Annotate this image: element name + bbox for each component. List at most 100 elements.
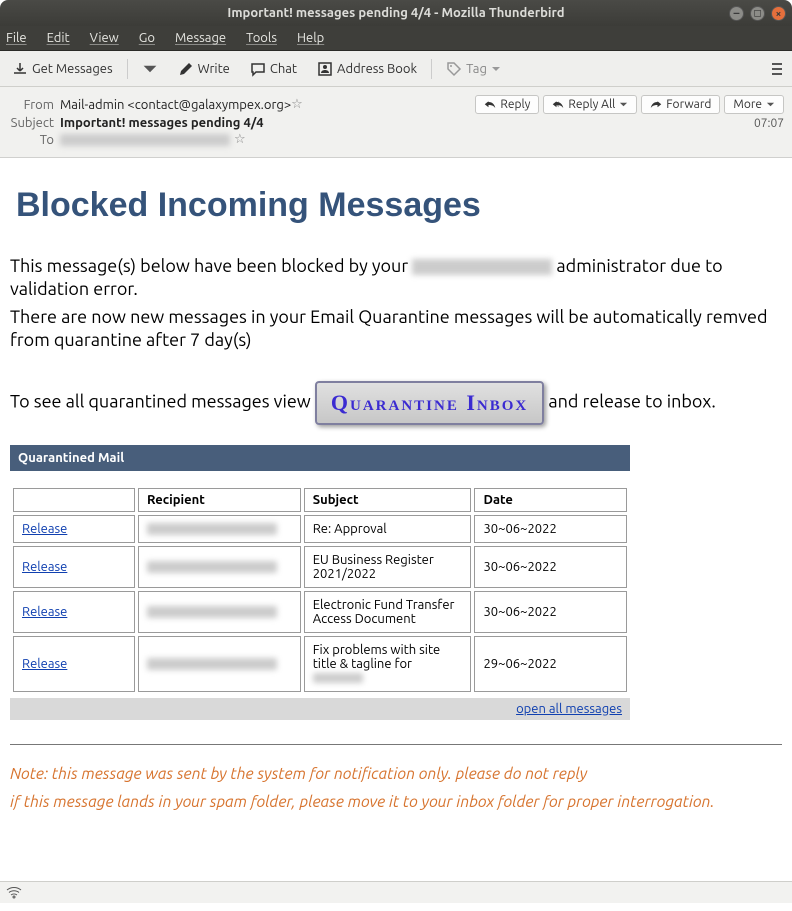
cell-date: 30~06~2022: [474, 515, 627, 543]
menu-edit[interactable]: Edit: [47, 31, 70, 45]
get-messages-label: Get Messages: [32, 62, 113, 76]
quarantine-table: Recipient Subject Date Release Re: Appro…: [10, 485, 630, 695]
cell-subject: Fix problems with site title & tagline f…: [304, 636, 472, 692]
open-all-messages-link[interactable]: open all messages: [516, 702, 622, 716]
table-row: Release Electronic Fund Transfer Access …: [13, 591, 627, 633]
address-book-label: Address Book: [337, 62, 417, 76]
menu-file[interactable]: File: [6, 31, 27, 45]
chevron-down-icon: [491, 64, 501, 74]
write-button[interactable]: Write: [172, 58, 236, 80]
window-titlebar: Important! messages pending 4/4 - Mozill…: [0, 0, 792, 26]
open-all-row: open all messages: [10, 698, 630, 720]
col-date: Date: [474, 488, 627, 512]
address-book-button[interactable]: Address Book: [311, 58, 423, 80]
to-label: To: [8, 133, 60, 147]
footer-note-1: Note: this message was sent by the syste…: [10, 765, 782, 783]
toolbar: Get Messages Write Chat Address Book Tag: [0, 51, 792, 87]
cell-date: 29~06~2022: [474, 636, 627, 692]
window-controls: ‒ ◻ ×: [729, 6, 786, 21]
cell-subject: Electronic Fund Transfer Access Document: [304, 591, 472, 633]
get-messages-dropdown[interactable]: [136, 58, 164, 80]
table-header-row: Recipient Subject Date: [13, 488, 627, 512]
menu-view[interactable]: View: [90, 31, 119, 45]
get-messages-button[interactable]: Get Messages: [6, 58, 119, 80]
forward-button[interactable]: Forward: [641, 95, 720, 114]
address-book-icon: [317, 61, 333, 77]
toolbar-separator: [431, 59, 432, 79]
chevron-down-icon: [619, 100, 628, 109]
recipient-redacted: [147, 561, 277, 573]
message-header: From Mail-admin <contact@galaxympex.org>…: [0, 87, 792, 158]
cell-date: 30~06~2022: [474, 591, 627, 633]
subject-label: Subject: [8, 116, 60, 130]
toolbar-separator: [127, 59, 128, 79]
footer-note-2: if this message lands in your spam folde…: [10, 793, 782, 811]
menu-go[interactable]: Go: [139, 31, 155, 45]
menu-message[interactable]: Message: [175, 31, 226, 45]
reply-all-button[interactable]: Reply All: [543, 95, 637, 114]
more-button[interactable]: More: [724, 95, 784, 114]
menu-button[interactable]: [768, 59, 786, 79]
signal-icon: [6, 885, 22, 901]
release-link[interactable]: Release: [22, 605, 67, 619]
cell-date: 30~06~2022: [474, 546, 627, 588]
message-time: 07:07: [754, 117, 784, 130]
text: and release to inbox.: [548, 391, 715, 411]
from-label: From: [8, 98, 60, 112]
cell-subject: EU Business Register 2021/2022: [304, 546, 472, 588]
close-button[interactable]: ×: [771, 6, 786, 21]
to-value-redacted: [60, 134, 230, 146]
redacted: [412, 259, 552, 275]
message-body: Blocked Incoming Messages This message(s…: [0, 158, 792, 911]
text: Fix problems with site title & tagline f…: [313, 643, 441, 671]
write-label: Write: [198, 62, 230, 76]
recipient-redacted: [147, 523, 277, 535]
chat-button[interactable]: Chat: [244, 58, 303, 80]
from-value[interactable]: Mail-admin <contact@galaxympex.org>: [60, 98, 291, 112]
release-link[interactable]: Release: [22, 522, 67, 536]
recipient-redacted: [147, 658, 277, 670]
col-action: [13, 488, 135, 512]
reply-label: Reply: [500, 98, 530, 111]
divider: [10, 744, 782, 745]
table-row: Release Fix problems with site title & t…: [13, 636, 627, 692]
menubar: File Edit View Go Message Tools Help: [0, 26, 792, 51]
menu-help[interactable]: Help: [297, 31, 324, 45]
col-subject: Subject: [304, 488, 472, 512]
menu-tools[interactable]: Tools: [246, 31, 277, 45]
maximize-button[interactable]: ◻: [750, 6, 765, 21]
star-icon[interactable]: ☆: [234, 132, 246, 147]
table-title: Quarantined Mail: [10, 445, 630, 471]
release-link[interactable]: Release: [22, 657, 67, 671]
text: To see all quarantined messages view: [10, 391, 315, 411]
chevron-down-icon: [142, 61, 158, 77]
download-icon: [12, 61, 28, 77]
text: This message(s) below have been blocked …: [10, 256, 412, 276]
forward-label: Forward: [666, 98, 711, 111]
intro-paragraph-2: There are now new messages in your Email…: [10, 306, 782, 351]
recipient-redacted: [147, 606, 277, 618]
tag-button[interactable]: Tag: [440, 58, 507, 80]
table-row: Release EU Business Register 2021/2022 3…: [13, 546, 627, 588]
star-icon[interactable]: ☆: [291, 97, 303, 112]
quarantine-line: To see all quarantined messages view Qua…: [10, 381, 782, 425]
release-link[interactable]: Release: [22, 560, 67, 574]
pencil-icon: [178, 61, 194, 77]
statusbar: [0, 881, 792, 903]
more-label: More: [733, 98, 762, 111]
intro-paragraph-1: This message(s) below have been blocked …: [10, 255, 782, 300]
minimize-button[interactable]: ‒: [729, 6, 744, 21]
reply-all-label: Reply All: [568, 98, 615, 111]
email-heading: Blocked Incoming Messages: [16, 186, 782, 225]
chat-label: Chat: [270, 62, 297, 76]
header-actions: Reply Reply All Forward More: [475, 95, 784, 114]
col-recipient: Recipient: [138, 488, 301, 512]
tag-label: Tag: [466, 62, 487, 76]
quarantine-inbox-button[interactable]: Quarantine Inbox: [315, 381, 544, 425]
subject-value: Important! messages pending 4/4: [60, 116, 264, 130]
reply-all-icon: [552, 99, 564, 111]
reply-icon: [484, 99, 496, 111]
reply-button[interactable]: Reply: [475, 95, 539, 114]
tag-icon: [446, 61, 462, 77]
redacted: [313, 673, 363, 683]
